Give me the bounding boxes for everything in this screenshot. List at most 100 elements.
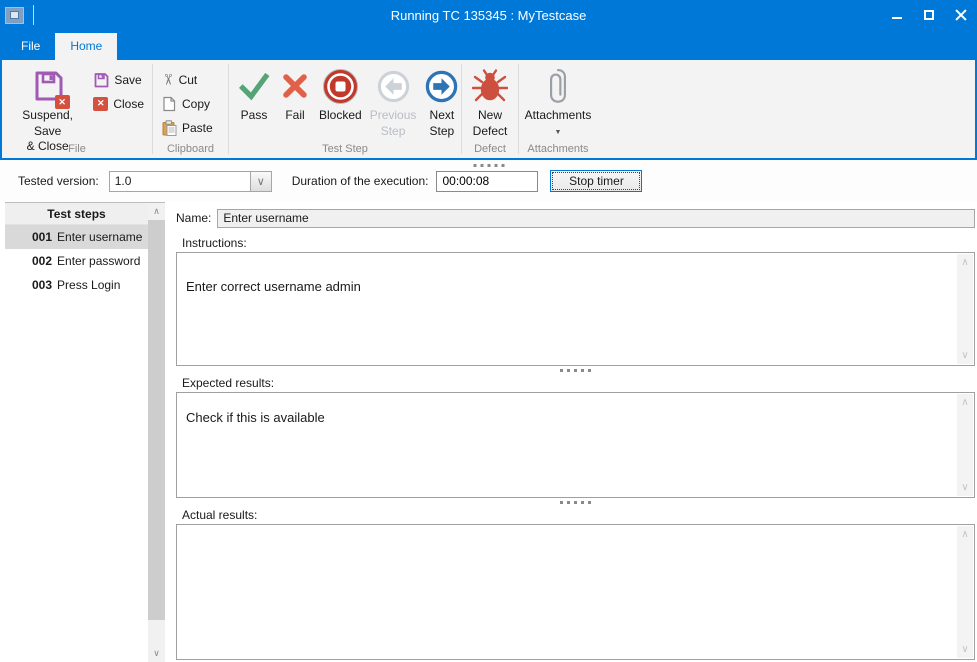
textarea-scrollbar[interactable]: ∧ ∨ (957, 254, 973, 364)
pass-icon (237, 66, 271, 106)
copy-icon (161, 96, 177, 112)
close-ribbon-button[interactable]: ✕ Close (89, 93, 148, 114)
splitter-grip[interactable] (176, 501, 975, 504)
tested-version-value: 1.0 (110, 172, 250, 191)
new-defect-label-line2: Defect (473, 124, 508, 140)
tab-home[interactable]: Home (55, 33, 117, 60)
app-icon[interactable] (5, 7, 24, 24)
ribbon-group-attachments: Attachments ▼ Attachments (519, 60, 597, 158)
attachments-button[interactable]: Attachments ▼ (521, 64, 596, 138)
chevron-down-icon[interactable]: ∨ (250, 172, 271, 191)
save-button[interactable]: Save (89, 69, 148, 90)
new-defect-label-line1: New (473, 108, 508, 124)
name-value: Enter username (223, 211, 308, 225)
instructions-text: Enter correct username admin (177, 253, 974, 298)
previous-step-label-line2: Step (370, 124, 417, 140)
step-label: Enter username (57, 230, 142, 244)
scroll-up-icon[interactable]: ∧ (961, 257, 968, 268)
step-form: Name: Enter username Instructions: Enter… (176, 202, 975, 662)
maximize-icon (924, 10, 934, 20)
step-number: 003 (32, 278, 52, 292)
fail-icon (279, 66, 311, 106)
tested-version-label: Tested version: (18, 174, 99, 188)
ribbon-group-clipboard: ✂ Cut Copy (153, 60, 228, 158)
splitter-grip[interactable] (176, 369, 975, 372)
actual-results-text (177, 525, 974, 537)
save-label: Save (114, 73, 141, 87)
parameters-row: Tested version: 1.0 ∨ Duration of the ex… (0, 160, 977, 202)
scroll-up-icon[interactable]: ∧ (961, 529, 968, 540)
title-bar: Running TC 135345 : MyTestcase (0, 0, 977, 30)
stop-timer-label: Stop timer (569, 174, 624, 188)
close-icon (955, 9, 967, 21)
test-steps-panel: Test steps 001 Enter username 002 Enter … (5, 202, 165, 662)
scroll-down-icon[interactable]: ∨ (961, 350, 968, 361)
ribbon-group-file: ✕ Suspend, Save & Close Save ✕ (2, 60, 152, 158)
window-title: Running TC 135345 : MyTestcase (0, 8, 977, 23)
expected-results-text: Check if this is available (177, 393, 974, 429)
test-steps-header: Test steps (5, 203, 148, 225)
attachments-dropdown-icon[interactable]: ▼ (555, 129, 562, 136)
previous-step-icon (376, 66, 411, 106)
scroll-down-icon[interactable]: ∨ (961, 482, 968, 493)
scroll-up-icon[interactable]: ∧ (148, 203, 165, 220)
maximize-button[interactable] (913, 0, 945, 30)
next-step-icon (424, 66, 459, 106)
attachments-label: Attachments (525, 108, 592, 122)
next-step-label-line1: Next (430, 108, 455, 124)
cut-label: Cut (179, 73, 198, 87)
new-defect-button[interactable]: New Defect (468, 64, 512, 141)
cut-icon: ✂ (160, 73, 175, 86)
previous-step-label-line1: Previous (370, 108, 417, 124)
badge-x-icon: ✕ (55, 95, 70, 109)
paste-button[interactable]: Paste (157, 117, 217, 138)
minimize-button[interactable] (881, 0, 913, 30)
content-area: Test steps 001 Enter username 002 Enter … (0, 202, 977, 662)
actual-results-textarea[interactable]: ∧ ∨ (176, 524, 975, 660)
suspend-save-close-label-line1: Suspend, Save (10, 108, 85, 139)
step-number: 002 (32, 254, 52, 268)
new-defect-bug-icon (472, 66, 508, 106)
next-step-button[interactable]: Next Step (420, 64, 463, 141)
fail-button[interactable]: Fail (275, 64, 315, 126)
scroll-down-icon[interactable]: ∨ (148, 645, 165, 662)
cut-button[interactable]: ✂ Cut (157, 69, 217, 90)
scroll-down-icon[interactable]: ∨ (961, 644, 968, 655)
copy-label: Copy (182, 97, 210, 111)
step-label: Press Login (57, 278, 120, 292)
window-controls (881, 0, 977, 30)
copy-button[interactable]: Copy (157, 93, 217, 114)
list-item-step-003[interactable]: 003 Press Login (5, 273, 148, 297)
ribbon-tab-row: File Home (0, 30, 977, 60)
step-number: 001 (32, 230, 52, 244)
duration-field[interactable] (436, 171, 538, 192)
instructions-textarea[interactable]: Enter correct username admin ∧ ∨ (176, 252, 975, 366)
previous-step-button: Previous Step (366, 64, 421, 141)
name-field[interactable]: Enter username (217, 209, 975, 228)
app-icon-glyph (10, 11, 19, 19)
blocked-button[interactable]: Blocked (315, 64, 366, 126)
scrollbar-track[interactable] (148, 220, 165, 645)
group-label-attachments: Attachments (519, 143, 597, 155)
scrollbar-thumb[interactable] (148, 220, 165, 620)
pass-button[interactable]: Pass (233, 64, 275, 126)
group-label-clipboard: Clipboard (153, 143, 228, 155)
stop-timer-button[interactable]: Stop timer (550, 170, 642, 192)
close-button[interactable] (945, 0, 977, 30)
scroll-up-icon[interactable]: ∧ (961, 397, 968, 408)
steps-scrollbar[interactable]: ∧ ∨ (148, 203, 165, 662)
list-item-step-001[interactable]: 001 Enter username (5, 225, 148, 249)
list-item-step-002[interactable]: 002 Enter password (5, 249, 148, 273)
group-label-defect: Defect (462, 143, 518, 155)
textarea-scrollbar[interactable]: ∧ ∨ (957, 394, 973, 496)
blocked-label: Blocked (319, 108, 362, 122)
expected-results-textarea[interactable]: Check if this is available ∧ ∨ (176, 392, 975, 498)
tab-file[interactable]: File (6, 33, 55, 60)
textarea-scrollbar[interactable]: ∧ ∨ (957, 526, 973, 658)
splitter-grip[interactable] (473, 164, 504, 167)
group-label-test-step: Test Step (229, 143, 461, 155)
close-label: Close (113, 97, 144, 111)
tested-version-select[interactable]: 1.0 ∨ (109, 171, 272, 192)
actual-results-label: Actual results: (182, 508, 975, 522)
close-x-icon: ✕ (93, 97, 108, 111)
